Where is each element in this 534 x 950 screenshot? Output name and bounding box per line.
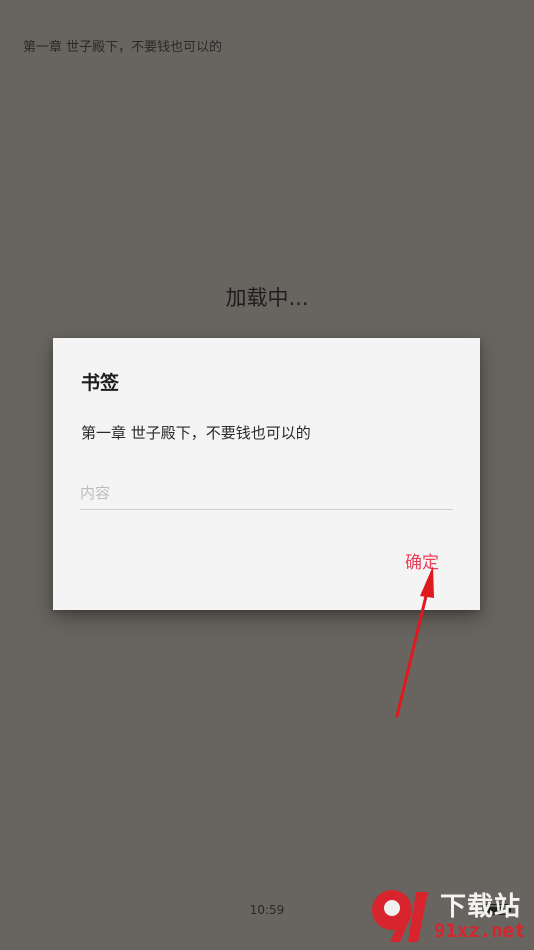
loading-indicator: 加载中... bbox=[225, 286, 309, 310]
bookmark-content-input[interactable] bbox=[80, 476, 453, 510]
site-watermark: 下载站 91xz.net bbox=[362, 884, 530, 946]
dialog-chapter-name: 第一章 世子殿下，不要钱也可以的 bbox=[81, 424, 311, 442]
watermark-url: 91xz.net bbox=[434, 920, 526, 942]
bookmark-dialog: 书签 第一章 世子殿下，不要钱也可以的 确定 bbox=[53, 338, 480, 610]
confirm-button[interactable]: 确定 bbox=[399, 546, 445, 575]
chapter-header: 第一章 世子殿下，不要钱也可以的 bbox=[23, 40, 223, 55]
dialog-title: 书签 bbox=[81, 372, 120, 394]
watermark-logo-icon bbox=[372, 890, 428, 942]
watermark-brand: 下载站 bbox=[440, 892, 522, 922]
